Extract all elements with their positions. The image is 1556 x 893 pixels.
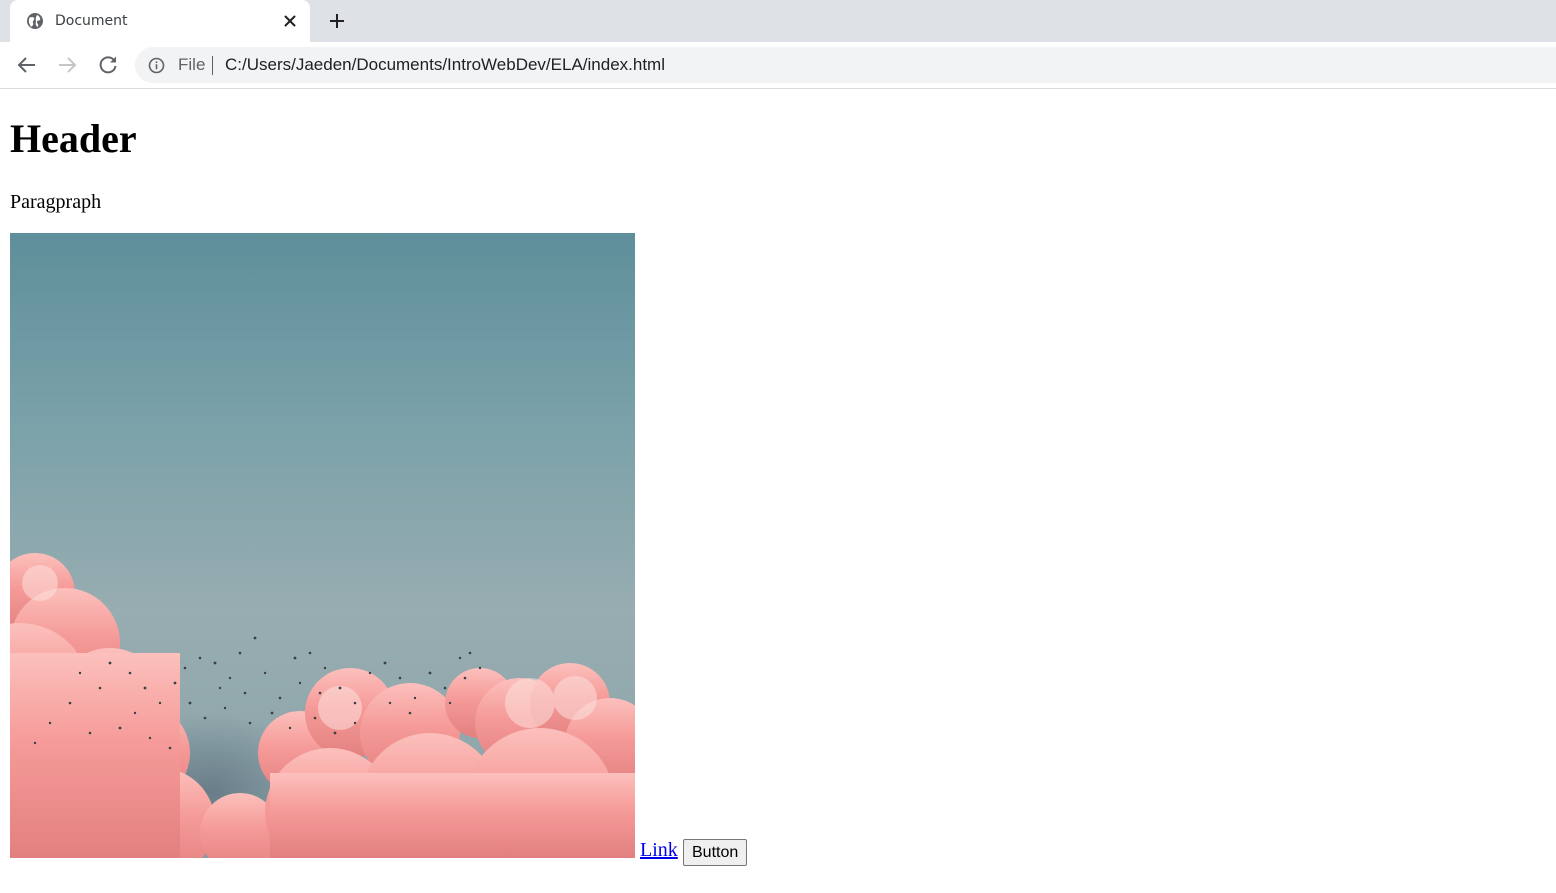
browser-chrome: Document File C:/Users/Jaeden/Documents/… <box>0 0 1556 89</box>
url-divider <box>212 56 213 75</box>
arrow-left-icon[interactable] <box>15 53 39 77</box>
arrow-right-icon[interactable] <box>55 53 79 77</box>
page-link[interactable]: Link <box>640 838 678 862</box>
url-text[interactable]: C:/Users/Jaeden/Documents/IntroWebDev/EL… <box>225 55 665 75</box>
plus-icon[interactable] <box>326 10 348 32</box>
close-icon[interactable] <box>280 11 300 31</box>
browser-toolbar: File C:/Users/Jaeden/Documents/IntroWebD… <box>0 42 1556 88</box>
page-button[interactable]: Button <box>683 839 748 866</box>
page-heading: Header <box>10 116 137 161</box>
tab-title: Document <box>55 13 128 29</box>
page-paragraph: Paragpraph <box>10 191 102 213</box>
info-icon[interactable] <box>148 57 165 74</box>
url-scheme-label: File <box>178 55 206 74</box>
address-bar[interactable]: File C:/Users/Jaeden/Documents/IntroWebD… <box>135 47 1556 83</box>
sky-clouds-image <box>10 233 635 858</box>
tab-strip: Document <box>0 0 1556 42</box>
reload-icon[interactable] <box>96 53 120 77</box>
tab-document[interactable]: Document <box>10 0 310 42</box>
page-content: Header Paragpraph Link Button <box>0 89 1556 893</box>
globe-icon <box>27 13 43 29</box>
